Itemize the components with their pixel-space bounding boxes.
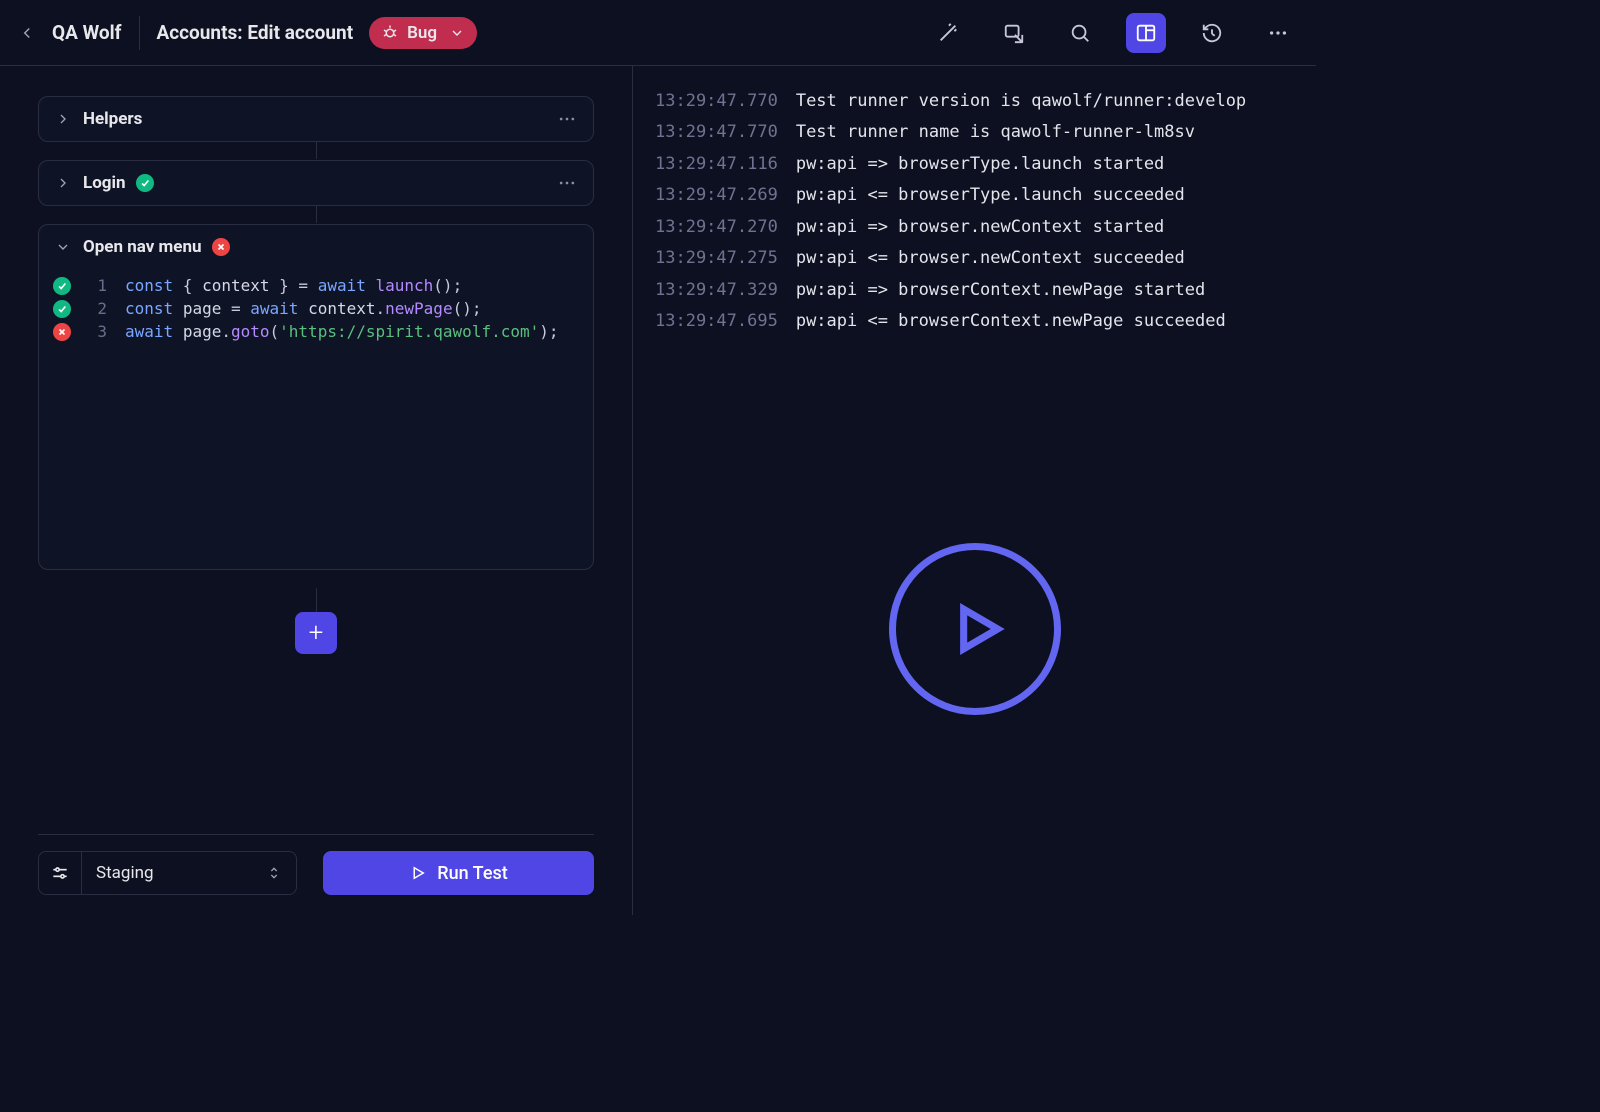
- log-timestamp: 13:29:47.770: [655, 122, 778, 142]
- step-open-nav: Open nav menu 1 const { context } = await…: [38, 224, 594, 570]
- more-button[interactable]: [1258, 13, 1298, 53]
- status-pass-icon: [136, 174, 154, 192]
- code-text: const page = await context.newPage();: [125, 299, 481, 318]
- log-message: pw:api => browserContext.newPage started: [796, 280, 1205, 300]
- code-line[interactable]: 2 const page = await context.newPage();: [39, 297, 593, 320]
- log-message: Test runner name is qawolf-runner-lm8sv: [796, 122, 1195, 142]
- log-output[interactable]: 13:29:47.770 Test runner version is qawol…: [633, 66, 1316, 344]
- log-timestamp: 13:29:47.269: [655, 185, 778, 205]
- log-message: pw:api <= browserContext.newPage succeed…: [796, 311, 1226, 331]
- environment-filter-button[interactable]: [38, 851, 82, 895]
- line-number: 2: [83, 299, 107, 318]
- log-line: 13:29:47.116 pw:api => browserType.launch…: [655, 149, 1294, 180]
- log-line: 13:29:47.270 pw:api => browser.newContext…: [655, 212, 1294, 243]
- log-timestamp: 13:29:47.275: [655, 248, 778, 268]
- chevron-down-icon: [55, 239, 71, 255]
- environment-select[interactable]: Staging: [82, 851, 297, 895]
- wand-button[interactable]: [928, 13, 968, 53]
- play-icon: [409, 864, 427, 882]
- step-login[interactable]: Login: [38, 160, 594, 206]
- sliders-icon: [50, 863, 70, 883]
- log-line: 13:29:47.695 pw:api <= browserContext.new…: [655, 306, 1294, 337]
- log-message: pw:api <= browser.newContext succeeded: [796, 248, 1185, 268]
- bug-label: Bug: [407, 23, 437, 43]
- header-bar: QA Wolf Accounts: Edit account Bug: [0, 0, 1316, 66]
- log-line: 13:29:47.275 pw:api <= browser.newContext…: [655, 243, 1294, 274]
- chevron-down-icon: [449, 25, 465, 41]
- history-button[interactable]: [1192, 13, 1232, 53]
- log-timestamp: 13:29:47.329: [655, 280, 778, 300]
- line-number: 3: [83, 322, 107, 341]
- play-preview-button[interactable]: [889, 543, 1061, 715]
- log-message: Test runner version is qawolf/runner:dev…: [796, 91, 1246, 111]
- log-message: pw:api => browserType.launch started: [796, 154, 1164, 174]
- log-timestamp: 13:29:47.116: [655, 154, 778, 174]
- preview-area: [633, 344, 1316, 916]
- step-open-nav-label: Open nav menu: [83, 237, 202, 257]
- step-login-label: Login: [83, 173, 126, 193]
- step-login-more-icon[interactable]: [557, 173, 577, 193]
- line-status-pass-icon: [53, 277, 71, 295]
- brand-name[interactable]: QA Wolf: [52, 16, 140, 50]
- left-panel: Helpers Login Open nav menu: [0, 66, 633, 915]
- step-helpers-more-icon[interactable]: [557, 109, 577, 129]
- step-helpers[interactable]: Helpers: [38, 96, 594, 142]
- step-open-nav-header[interactable]: Open nav menu: [39, 225, 593, 269]
- right-panel: 13:29:47.770 Test runner version is qawol…: [633, 66, 1316, 915]
- log-timestamp: 13:29:47.695: [655, 311, 778, 331]
- line-number: 1: [83, 276, 107, 295]
- log-message: pw:api <= browserType.launch succeeded: [796, 185, 1185, 205]
- code-line[interactable]: 3 await page.goto('https://spirit.qawolf.…: [39, 320, 593, 343]
- page-title: Accounts: Edit account: [156, 21, 353, 44]
- run-test-button[interactable]: Run Test: [323, 851, 594, 895]
- inspect-button[interactable]: [994, 13, 1034, 53]
- play-icon: [941, 595, 1009, 663]
- bug-badge[interactable]: Bug: [369, 17, 477, 49]
- layout-button[interactable]: [1126, 13, 1166, 53]
- search-button[interactable]: [1060, 13, 1100, 53]
- bug-icon: [381, 24, 399, 42]
- back-chevron-icon[interactable]: [18, 24, 36, 42]
- line-status-fail-icon: [53, 323, 71, 341]
- select-arrows-icon: [266, 865, 282, 881]
- chevron-right-icon: [55, 175, 71, 191]
- code-editor[interactable]: 1 const { context } = await launch(); 2 con…: [39, 269, 593, 569]
- log-line: 13:29:47.269 pw:api <= browserType.launch…: [655, 180, 1294, 211]
- log-line: 13:29:47.770 Test runner name is qawolf-r…: [655, 117, 1294, 148]
- status-fail-icon: [212, 238, 230, 256]
- log-line: 13:29:47.770 Test runner version is qawol…: [655, 86, 1294, 117]
- bottom-bar: Staging Run Test: [38, 834, 594, 895]
- log-message: pw:api => browser.newContext started: [796, 217, 1164, 237]
- log-timestamp: 13:29:47.770: [655, 91, 778, 111]
- step-helpers-label: Helpers: [83, 109, 142, 129]
- line-status-pass-icon: [53, 300, 71, 318]
- add-step-button[interactable]: +: [295, 612, 337, 654]
- code-text: await page.goto('https://spirit.qawolf.c…: [125, 322, 559, 341]
- chevron-right-icon: [55, 111, 71, 127]
- log-line: 13:29:47.329 pw:api => browserContext.new…: [655, 275, 1294, 306]
- log-timestamp: 13:29:47.270: [655, 217, 778, 237]
- run-test-label: Run Test: [437, 863, 507, 884]
- environment-value: Staging: [96, 863, 154, 883]
- code-line[interactable]: 1 const { context } = await launch();: [39, 274, 593, 297]
- code-text: const { context } = await launch();: [125, 276, 462, 295]
